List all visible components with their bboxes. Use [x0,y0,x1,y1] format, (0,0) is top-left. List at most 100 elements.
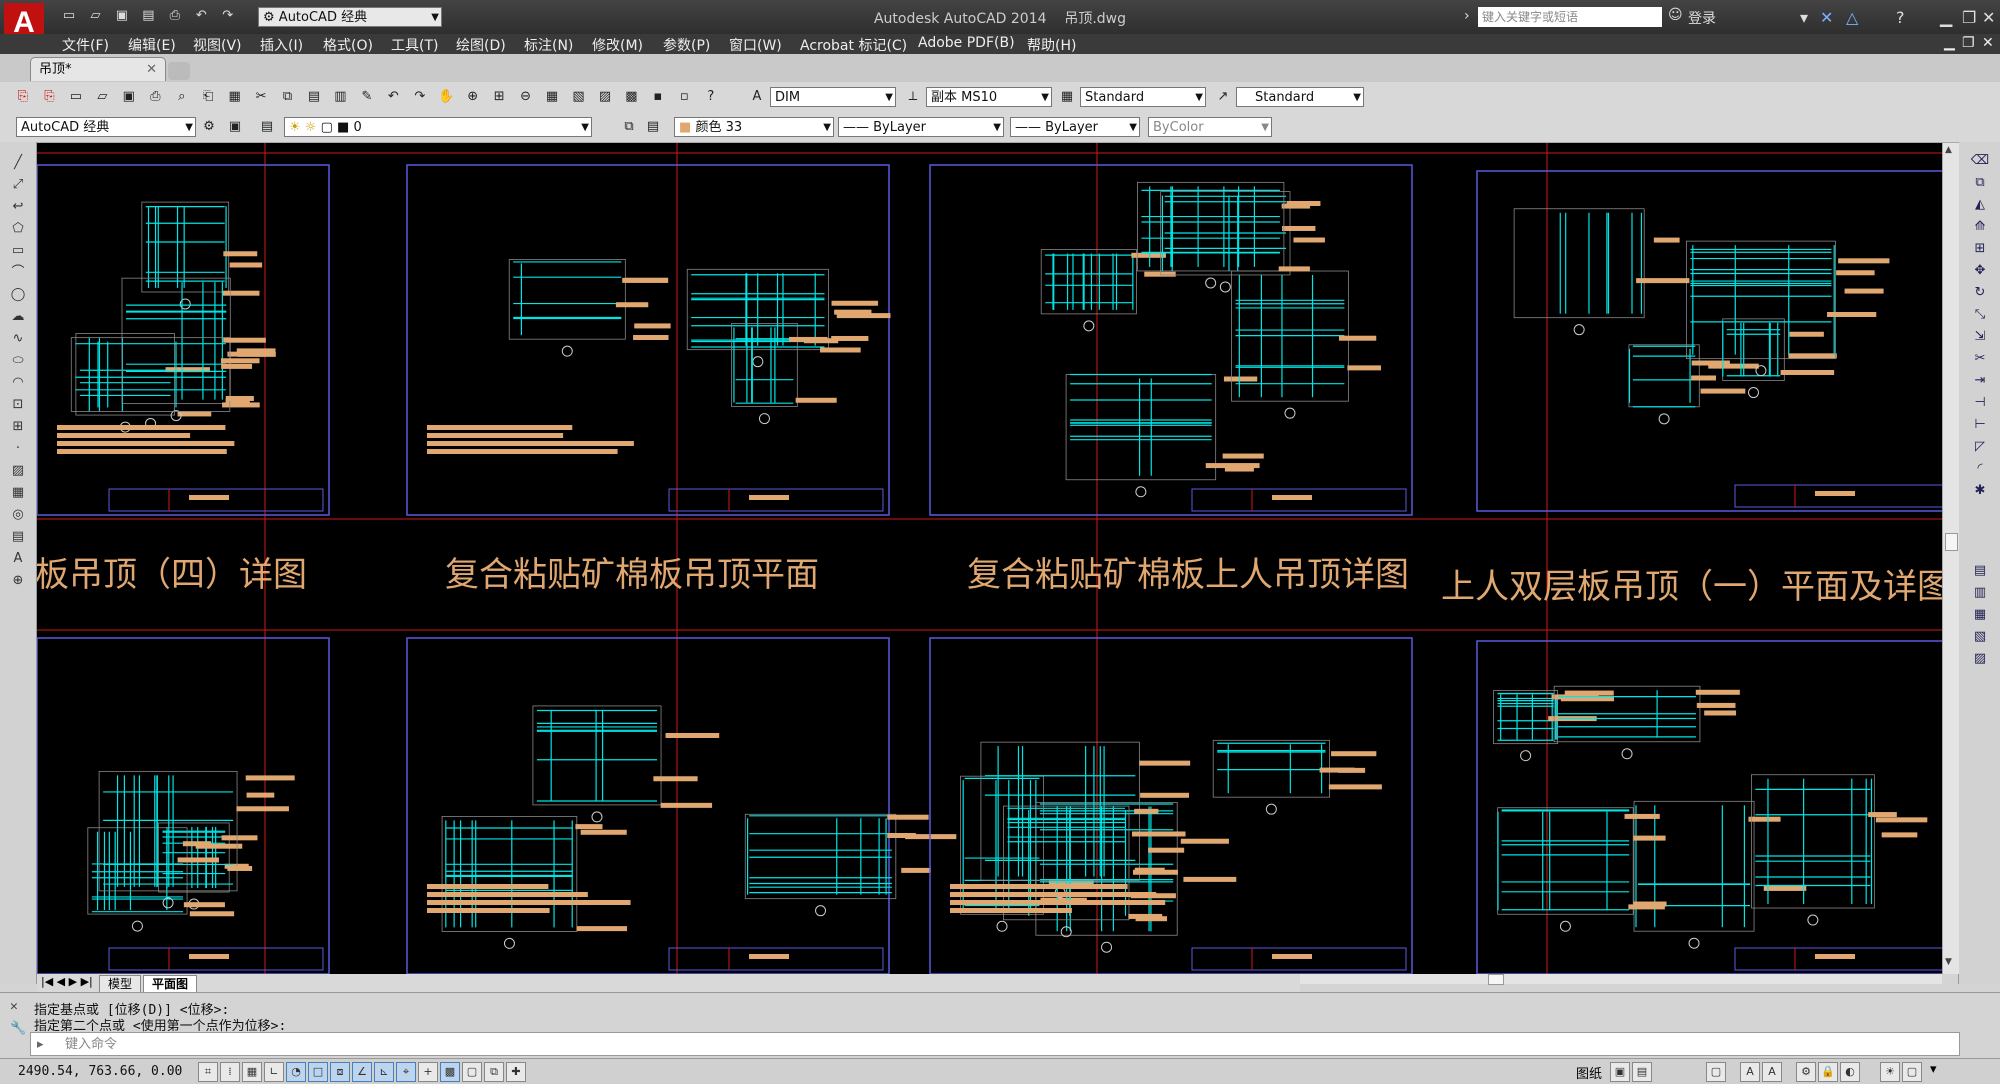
restore-icon[interactable]: ❐ [1962,8,1976,27]
new-tab-button[interactable] [168,62,190,80]
paste-icon[interactable]: ▤ [305,88,323,106]
3d-print-icon[interactable]: ▦ [226,88,244,106]
add-selected-icon[interactable]: ⊕ [8,572,28,590]
menu-draw[interactable]: 绘图(D) [456,35,506,55]
markup-icon[interactable]: ▪ [649,88,667,106]
dynamic-ucs-toggle[interactable]: ⊾ [374,1062,394,1082]
vertical-scrollbar[interactable]: ▲ ▼ [1942,143,1959,974]
menu-view[interactable]: 视图(V) [193,35,242,55]
ellipse-arc-icon[interactable]: ◠ [8,374,28,392]
zoom-realtime-icon[interactable]: ⊕ [464,88,482,106]
offset-icon[interactable]: ⟰ [1969,218,1991,236]
object-snap-toggle[interactable]: □ [308,1062,328,1082]
make-block-icon[interactable]: ⊞ [8,418,28,436]
lineweight-select[interactable]: —— ByLayer ▼ [1010,117,1140,137]
menu-parametric[interactable]: 参数(P) [663,35,710,55]
undo-icon[interactable]: ↶ [384,88,402,106]
transparency-toggle[interactable]: ▩ [440,1062,460,1082]
infer-constraints-toggle[interactable]: ⌗ [198,1062,218,1082]
bring-above-icon[interactable]: ▧ [1969,628,1991,646]
polar-tracking-toggle[interactable]: ◔ [286,1062,306,1082]
menu-acrobat-markup[interactable]: Acrobat 标记(C) [800,35,907,55]
scroll-up-icon[interactable]: ▲ [1945,145,1952,155]
match-properties-icon[interactable]: ✎ [358,88,376,106]
command-input[interactable]: ▸ 键入命令 [30,1032,1960,1056]
text-style-select[interactable]: 副本 MS10 ▼ [926,87,1052,107]
ortho-mode-toggle[interactable]: ∟ [264,1062,284,1082]
annotation-scale-icon[interactable]: A [1740,1062,1760,1082]
selection-cycling-toggle[interactable]: ⧉ [484,1062,504,1082]
tool-palettes-icon[interactable]: ▨ [596,88,614,106]
bring-front-icon[interactable]: ▥ [1969,584,1991,602]
quick-view-layouts-icon[interactable]: ▣ [1610,1062,1630,1082]
object-snap-tracking-toggle[interactable]: ∠ [352,1062,372,1082]
hatch-icon[interactable]: ▨ [8,462,28,480]
chamfer-icon[interactable]: ◸ [1969,438,1991,456]
zoom-window-icon[interactable]: ⊞ [490,88,508,106]
rectangle-icon[interactable]: ▭ [8,242,28,260]
chevron-down-icon[interactable]: ▾ [1800,8,1808,27]
table-icon[interactable]: ▤ [8,528,28,546]
layer-select[interactable]: ☀ ☼ ▢ ■ 0 ▼ [284,117,592,137]
spline-icon[interactable]: ∿ [8,330,28,348]
array-icon[interactable]: ⊞ [1969,240,1991,258]
menu-tools[interactable]: 工具(T) [391,35,438,55]
multileader-style-icon[interactable]: ↗ [1214,88,1232,106]
calculator-icon[interactable]: ▫ [675,88,693,106]
gradient-icon[interactable]: ▦ [8,484,28,502]
annotation-monitor-toggle[interactable]: ✚ [506,1062,526,1082]
zoom-previous-icon[interactable]: ⊖ [517,88,535,106]
quick-properties-toggle[interactable]: ▢ [462,1062,482,1082]
text-style-icon[interactable]: A [748,88,766,106]
document-tab[interactable]: 吊顶* ✕ [30,57,166,81]
break-icon[interactable]: ⊣ [1969,394,1991,412]
doc-restore-icon[interactable]: ❐ [1962,35,1975,51]
paste-block-icon[interactable]: ▥ [331,88,349,106]
explode-icon[interactable]: ✱ [1969,482,1991,500]
revision-cloud-icon[interactable]: ☁ [8,308,28,326]
snap-mode-toggle[interactable]: ⁞ [220,1062,240,1082]
linetype-select[interactable]: —— ByLayer ▼ [838,117,1004,137]
make-current-layer-icon[interactable]: ⧉ [620,118,638,136]
vertical-scroll-thumb[interactable] [1945,533,1958,551]
fillet-icon[interactable]: ◜ [1969,460,1991,478]
design-center-icon[interactable]: ▧ [570,88,588,106]
scale-icon[interactable]: ⤡ [1969,306,1991,324]
polyline-icon[interactable]: ↩ [8,198,28,216]
exchange-icon[interactable]: ✕ [1820,8,1833,27]
properties-icon[interactable]: ▦ [543,88,561,106]
user-icon[interactable]: ☺ [1668,7,1683,23]
paper-space-label[interactable]: 图纸 [1576,1063,1602,1082]
menu-insert[interactable]: 插入(I) [260,35,303,55]
3d-object-snap-toggle[interactable]: ⧈ [330,1062,350,1082]
scroll-down-icon[interactable]: ▼ [1945,957,1952,967]
draw-order-icon[interactable]: ▤ [1969,562,1991,580]
maximize-viewport-icon[interactable]: ▢ [1706,1062,1726,1082]
help-icon[interactable]: ? [702,88,720,106]
copy-icon[interactable]: ⧉ [1969,174,1991,192]
a360-icon[interactable]: △ [1846,8,1858,27]
menu-dimension[interactable]: 标注(N) [524,35,573,55]
close-icon[interactable]: ✕ [1982,8,1995,27]
menu-file[interactable]: 文件(F) [62,35,109,55]
menu-edit[interactable]: 编辑(E) [128,35,176,55]
dim-style-select[interactable]: DIM ▼ [770,87,896,107]
grid-display-toggle[interactable]: ▦ [242,1062,262,1082]
move-icon[interactable]: ✥ [1969,262,1991,280]
region-icon[interactable]: ◎ [8,506,28,524]
multiline-text-icon[interactable]: A [8,550,28,568]
erase-icon[interactable]: ⌫ [1969,152,1991,170]
circle-icon[interactable]: ◯ [8,286,28,304]
sheet-set-icon[interactable]: ▩ [622,88,640,106]
help-search-input[interactable]: 键入关键字或短语 [1478,7,1662,27]
pan-icon[interactable]: ✋ [437,88,455,106]
layer-properties-icon[interactable]: ▤ [258,118,276,136]
wrench-icon[interactable]: 🔧 [10,1021,26,1036]
menu-help[interactable]: 帮助(H) [1027,35,1076,55]
tab-layout-plan[interactable]: 平面图 [143,975,198,993]
redo-icon[interactable]: ↷ [411,88,429,106]
minimize-icon[interactable]: ▁ [1940,8,1952,27]
trim-icon[interactable]: ✂ [1969,350,1991,368]
send-back-icon[interactable]: ▦ [1969,606,1991,624]
stretch-icon[interactable]: ⇲ [1969,328,1991,346]
